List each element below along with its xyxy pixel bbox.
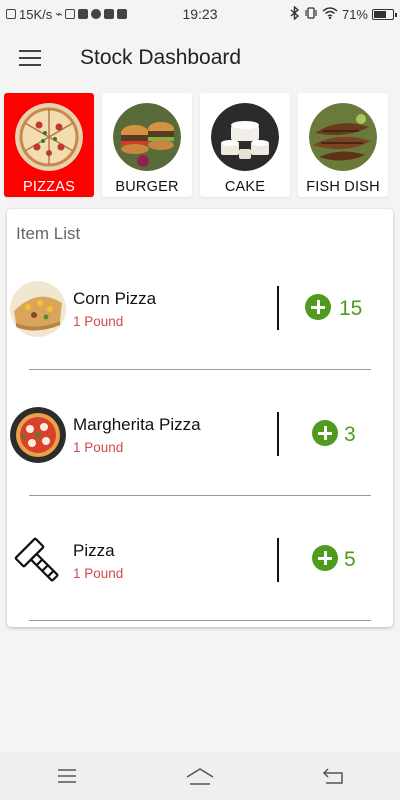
pizza-image <box>15 103 83 171</box>
item-unit: 1 Pound <box>73 566 124 581</box>
add-quantity-button[interactable] <box>312 420 338 446</box>
divider <box>29 495 371 496</box>
facebook-icon <box>78 9 89 19</box>
list-item[interactable]: Corn Pizza 1 Pound 15 <box>7 269 393 349</box>
battery-icon <box>372 8 397 20</box>
page-title: Stock Dashboard <box>80 46 242 69</box>
back-button[interactable] <box>303 756 363 796</box>
bluetooth-icon <box>290 4 300 23</box>
category-fish-dish[interactable]: FISH DISH <box>298 93 388 197</box>
status-right: 71% <box>224 4 397 23</box>
item-unit: 1 Pound <box>73 314 124 329</box>
item-name: Pizza <box>73 541 115 560</box>
network-speed: 15K/s <box>19 6 53 22</box>
row-separator <box>277 412 279 456</box>
status-bar: 15K/s ⌁ 19:23 71% <box>0 0 400 28</box>
row-separator <box>277 286 279 330</box>
category-label: FISH DISH <box>306 179 380 195</box>
recent-apps-button[interactable] <box>37 756 97 796</box>
recent-apps-icon <box>57 769 76 783</box>
category-label: CAKE <box>224 179 266 195</box>
youtube-icon <box>117 9 128 19</box>
list-item[interactable]: Margherita Pizza 1 Pound 3 <box>7 395 393 475</box>
menu-button[interactable] <box>0 28 60 88</box>
burger-image <box>113 103 181 171</box>
category-cake[interactable]: CAKE <box>200 93 290 197</box>
mail-icon <box>104 9 115 19</box>
category-label: PIZZAS <box>23 179 75 195</box>
hamburger-menu-icon <box>19 50 41 66</box>
item-quantity: 5 <box>344 548 356 571</box>
category-strip: PIZZAS BURGER CAKE FISH DISH <box>4 93 396 197</box>
row-separator <box>277 538 279 582</box>
messenger-icon <box>91 9 102 19</box>
system-nav-bar <box>0 752 400 800</box>
category-burger[interactable]: BURGER <box>102 93 192 197</box>
item-unit: 1 Pound <box>73 440 124 455</box>
divider <box>29 620 371 621</box>
wifi-icon <box>322 6 338 22</box>
item-quantity: 15 <box>339 297 363 320</box>
home-button[interactable] <box>170 756 230 796</box>
fish-dish-image <box>309 103 377 171</box>
list-item[interactable]: Pizza 1 Pound 5 <box>7 521 393 601</box>
item-quantity: 3 <box>344 423 356 446</box>
category-pizzas[interactable]: PIZZAS <box>4 93 94 197</box>
usb-icon: ⌁ <box>55 7 63 21</box>
status-left: 15K/s ⌁ <box>6 7 176 22</box>
divider <box>29 369 371 370</box>
item-list-card: Item List Corn Pizza 1 Pound 15 Margheri… <box>7 209 393 627</box>
notification-icon <box>65 9 76 19</box>
back-icon <box>323 768 344 784</box>
category-label: BURGER <box>115 179 179 195</box>
clock: 19:23 <box>182 6 218 22</box>
hammer-icon <box>10 533 66 589</box>
add-quantity-button[interactable] <box>312 545 338 571</box>
app-bar: Stock Dashboard <box>0 28 400 88</box>
corn-pizza-image <box>10 281 66 337</box>
battery-percent: 71% <box>341 6 368 22</box>
home-icon <box>186 768 214 785</box>
item-name: Corn Pizza <box>73 289 157 308</box>
vibrate-icon <box>304 6 318 22</box>
item-name: Margherita Pizza <box>73 415 201 434</box>
close-icon <box>6 9 16 19</box>
add-quantity-button[interactable] <box>305 294 331 320</box>
item-list-title: Item List <box>16 224 81 243</box>
cake-image <box>211 103 279 171</box>
margherita-pizza-image <box>10 407 66 463</box>
